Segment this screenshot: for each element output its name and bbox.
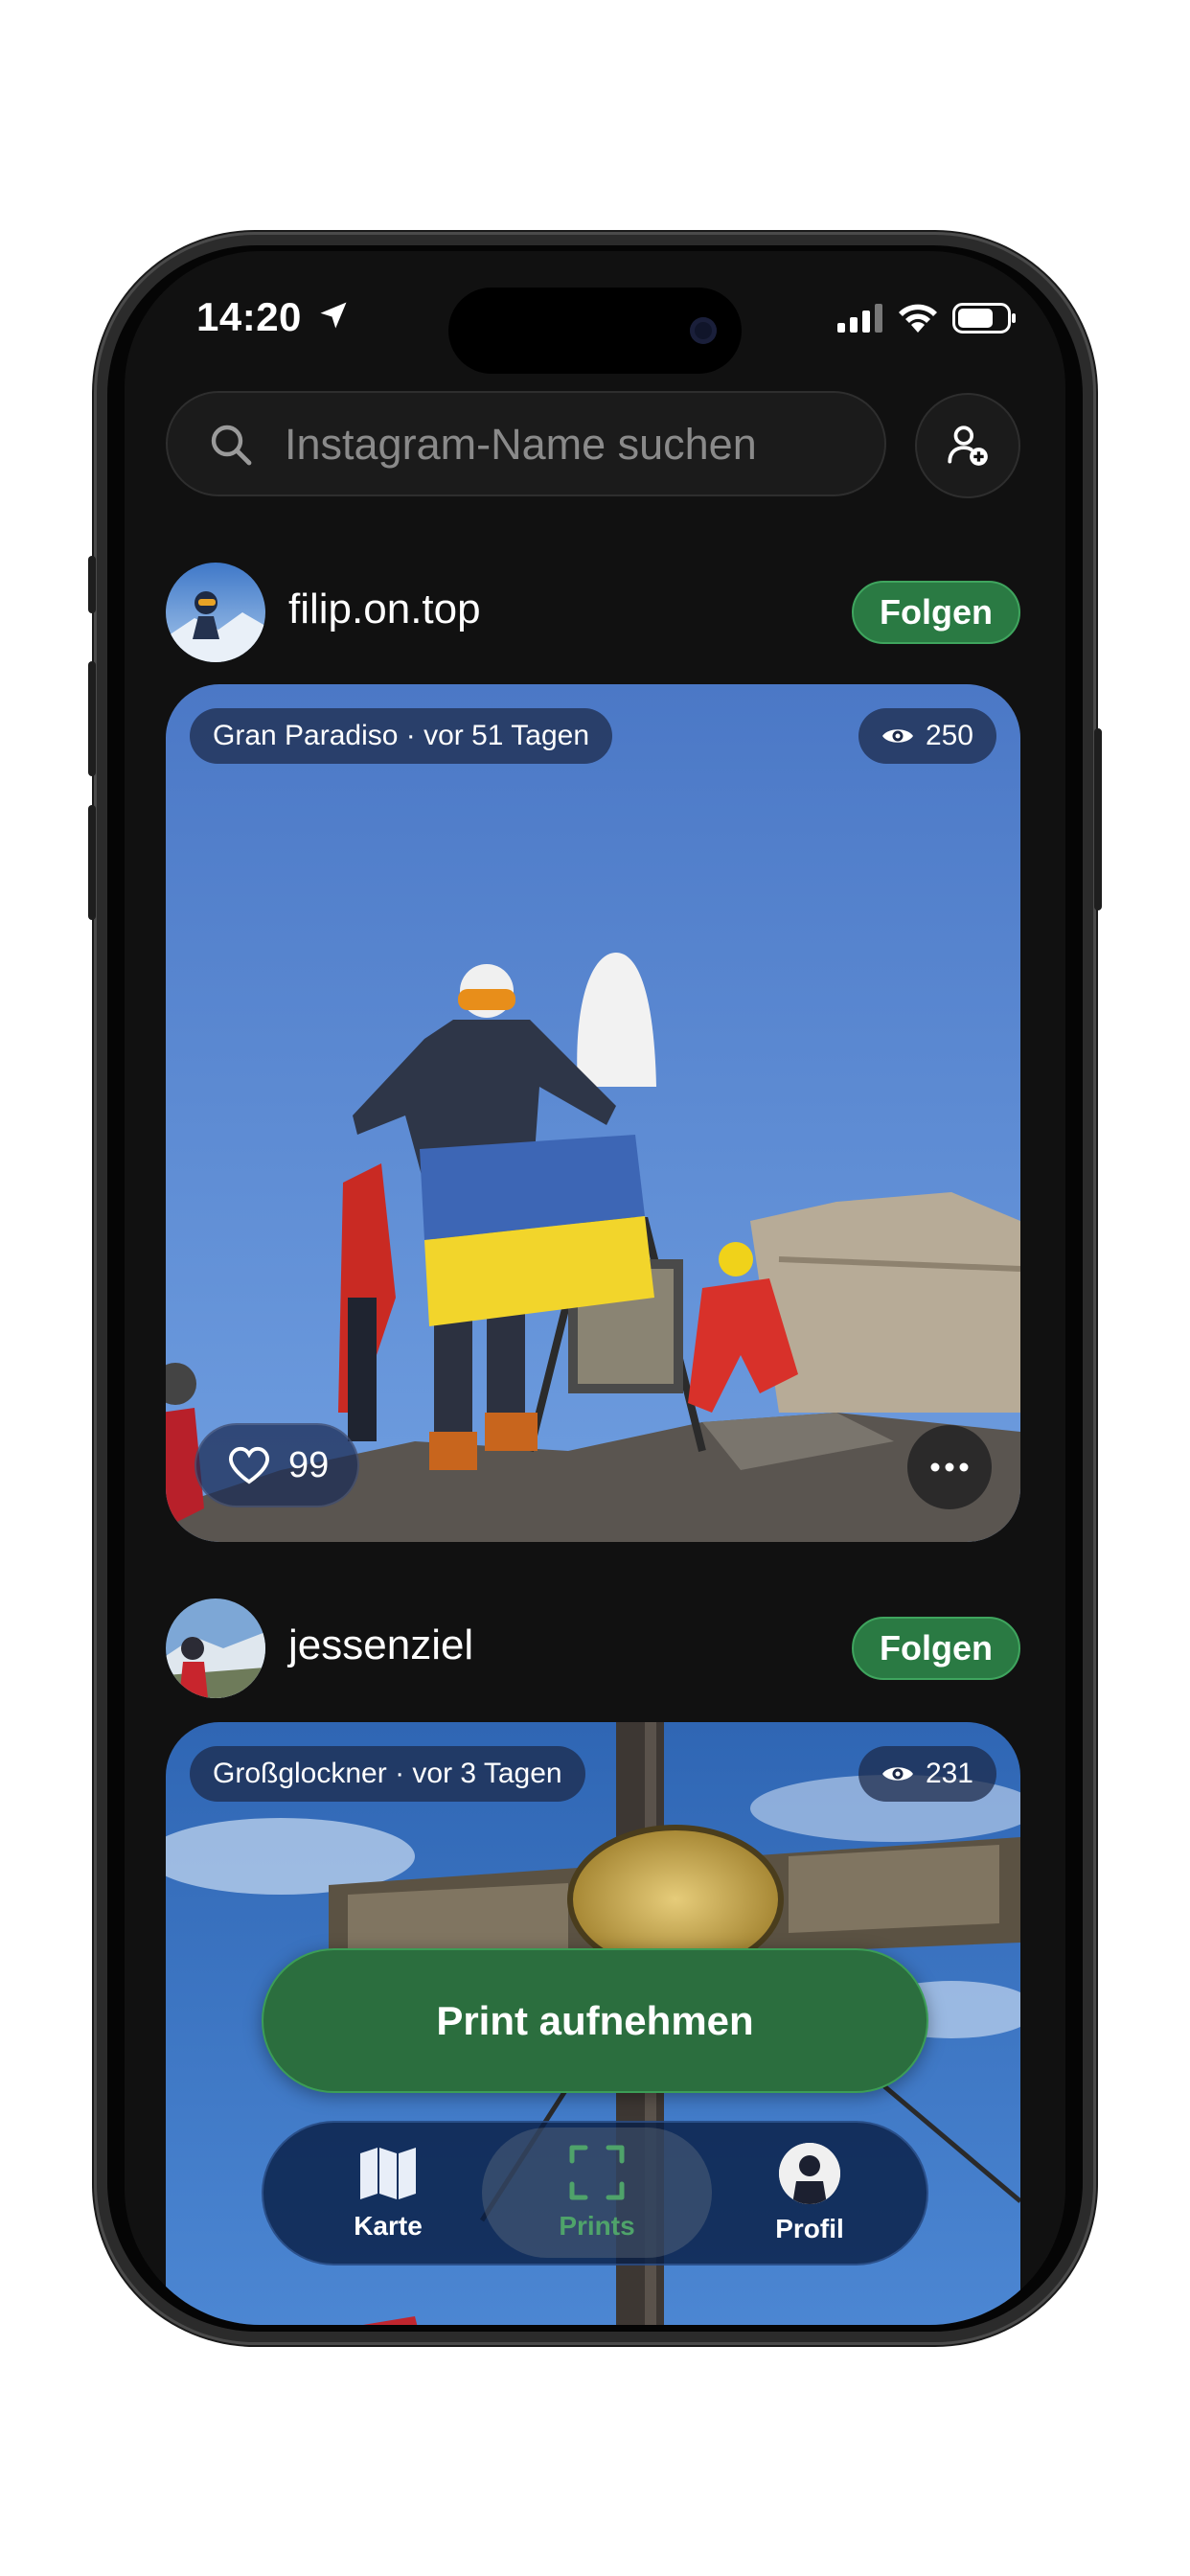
eye-icon: [881, 1767, 913, 1781]
location-chip[interactable]: Gran Paradiso · vor 51 Tagen: [190, 708, 613, 764]
location-time-label: Großglockner · vor 3 Tagen: [213, 1758, 562, 1789]
add-user-icon: [948, 426, 988, 466]
volume-up-button: [88, 661, 96, 776]
likes-count: 99: [288, 1444, 330, 1485]
status-icons: [837, 303, 1018, 334]
action-button: [88, 556, 96, 613]
post-header: filip.on.top Folgen: [166, 563, 1020, 662]
status-time: 14:20: [196, 294, 302, 339]
heart-icon: [228, 1446, 270, 1484]
tab-prints[interactable]: Prints: [482, 2128, 712, 2258]
username[interactable]: filip.on.top: [288, 586, 481, 633]
username[interactable]: jessenziel: [288, 1622, 473, 1669]
views-count: 250: [925, 720, 973, 751]
cellular-signal-icon: [837, 304, 882, 333]
add-friend-button[interactable]: [915, 393, 1020, 498]
follow-button[interactable]: Folgen: [852, 1617, 1020, 1680]
wifi-icon: [899, 304, 937, 333]
follow-button[interactable]: Folgen: [852, 581, 1020, 644]
search-input[interactable]: [283, 393, 861, 496]
location-time-label: Gran Paradiso · vor 51 Tagen: [213, 720, 590, 751]
location-arrow-icon: [320, 302, 347, 329]
search-icon: [211, 425, 252, 466]
avatar[interactable]: [166, 1598, 265, 1698]
post-photo: [166, 684, 1020, 1542]
location-chip[interactable]: Großglockner · vor 3 Tagen: [190, 1746, 585, 1802]
app-screen: 14:20 Instagram-Name suchen filip.on.top…: [125, 251, 1065, 2325]
scan-icon: [569, 2145, 625, 2200]
post-header: jessenziel Folgen: [166, 1598, 1020, 1698]
post-card[interactable]: Gran Paradiso · vor 51 Tagen 250 99: [166, 684, 1020, 1542]
tab-label: Prints: [559, 2211, 635, 2241]
tab-profil[interactable]: Profil: [743, 2123, 877, 2264]
power-button: [1094, 728, 1102, 910]
views-count: 231: [925, 1758, 973, 1789]
tab-bar: Karte Prints Profil: [262, 2121, 928, 2266]
tab-label: Profil: [775, 2213, 844, 2243]
volume-down-button: [88, 805, 96, 920]
dynamic-island: [448, 288, 742, 374]
battery-icon: [952, 303, 1016, 334]
like-button[interactable]: 99: [195, 1423, 360, 1507]
front-camera: [690, 317, 717, 344]
views-chip: 250: [858, 708, 996, 764]
search-bar[interactable]: [166, 391, 886, 496]
tab-karte[interactable]: Karte: [321, 2123, 455, 2264]
avatar[interactable]: [166, 563, 265, 662]
more-options-button[interactable]: [907, 1425, 992, 1509]
ellipsis-icon: [930, 1462, 969, 1472]
eye-icon: [881, 729, 913, 743]
tab-label: Karte: [354, 2210, 423, 2241]
map-icon: [360, 2147, 416, 2199]
print-capture-button[interactable]: Print aufnehmen: [262, 1948, 928, 2093]
avatar: [779, 2142, 840, 2204]
views-chip: 231: [858, 1746, 996, 1802]
